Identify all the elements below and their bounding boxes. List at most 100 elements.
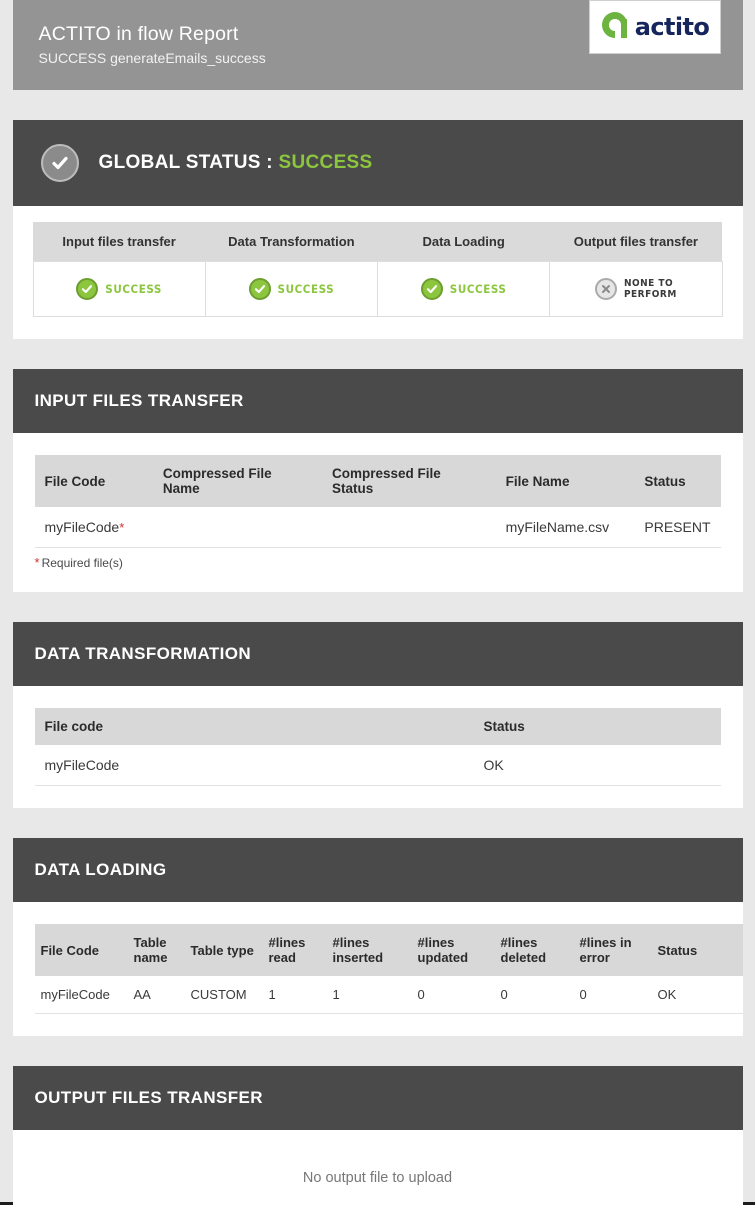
cell-lines-in-error: 0 (573, 976, 652, 1014)
status-badge: SUCCESS (76, 277, 162, 300)
status-label: SUCCESS (105, 281, 162, 296)
status-label: SUCCESS (277, 281, 335, 296)
actito-logo: actito (588, 0, 721, 54)
col-status: Status (634, 455, 721, 507)
cell-table-type: CUSTOM (184, 976, 263, 1014)
cell-status: OK (651, 976, 743, 1014)
status-label: NONE TO PERFORM (624, 278, 677, 300)
section-title: DATA LOADING (34, 860, 167, 879)
actito-logomark-icon (600, 10, 630, 45)
report-header: ACTITO in flow Report SUCCESS generateEm… (12, 0, 743, 90)
col-compressed-file-name: Compressed File Name (152, 455, 322, 507)
cell-compressed-file-status (321, 507, 496, 548)
status-label-line2: PERFORM (623, 288, 677, 300)
check-circle-icon (76, 277, 99, 300)
data-transformation-section: DATA TRANSFORMATION File code Status myF… (12, 622, 743, 808)
table-row: myFileCode* myFileName.csv PRESENT (34, 507, 721, 548)
global-status-band: GLOBAL STATUS : SUCCESS (12, 120, 743, 206)
section-title: DATA TRANSFORMATION (34, 644, 252, 663)
cross-circle-icon (594, 277, 617, 300)
status-col-output-files: Output files transfer (549, 222, 722, 262)
global-status-section: GLOBAL STATUS : SUCCESS Input files tran… (12, 120, 743, 339)
status-col-data-loading: Data Loading (377, 222, 550, 262)
header-region: ACTITO in flow Report SUCCESS generateEm… (12, 0, 743, 90)
footnote-marker: * (34, 555, 40, 570)
status-grid-value-row: SUCCESS SUCCESS SUCCESS NONE TO PERFORM (32, 261, 723, 317)
section-title: INPUT FILES TRANSFER (34, 391, 244, 410)
global-status-value: SUCCESS (278, 152, 373, 173)
status-cell-data-loading: SUCCESS (376, 261, 551, 317)
input-files-table: File Code Compressed File Name Compresse… (34, 455, 721, 548)
required-marker: * (119, 520, 125, 535)
section-title: OUTPUT FILES TRANSFER (34, 1088, 263, 1107)
status-label: SUCCESS (449, 281, 507, 296)
actito-wordmark: actito (634, 13, 710, 41)
status-cell-input-files: SUCCESS (32, 261, 206, 317)
global-status-label: GLOBAL STATUS : (98, 152, 273, 173)
col-status: Status (473, 708, 721, 745)
cell-file-name: myFileName.csv (495, 507, 635, 548)
input-files-transfer-band: INPUT FILES TRANSFER (12, 369, 743, 433)
col-lines-inserted: #lines inserted (326, 924, 412, 976)
report-page: ACTITO in flow Report SUCCESS generateEm… (0, 0, 755, 1205)
output-files-transfer-section: OUTPUT FILES TRANSFER No output file to … (12, 1066, 743, 1205)
required-footnote: * Required file(s) (35, 555, 721, 570)
data-loading-panel: File Code Table name Table type #lines r… (12, 902, 743, 1036)
data-transformation-panel: File code Status myFileCode OK (12, 686, 743, 808)
data-loading-band: DATA LOADING (12, 838, 743, 902)
cell-compressed-file-name (152, 507, 322, 548)
output-files-transfer-panel: No output file to upload (12, 1130, 743, 1205)
col-file-name: File Name (495, 455, 635, 507)
cell-file-code: myFileCode* (34, 507, 153, 548)
cell-lines-updated: 0 (411, 976, 495, 1014)
status-cell-data-transformation: SUCCESS (204, 261, 379, 317)
status-grid-panel: Input files transfer Data Transformation… (12, 206, 743, 339)
table-row: myFileCode AA CUSTOM 1 1 0 0 0 OK (34, 976, 743, 1014)
col-file-code: File code (34, 708, 474, 745)
file-code-value: myFileCode (44, 519, 120, 535)
data-loading-table: File Code Table name Table type #lines r… (34, 924, 743, 1014)
check-circle-icon (420, 277, 443, 300)
col-lines-in-error: #lines in error (573, 924, 652, 976)
circle-check-icon (40, 144, 79, 182)
status-col-input-files: Input files transfer (33, 222, 206, 262)
empty-state-message: No output file to upload (302, 1170, 453, 1186)
footnote-text: Required file(s) (41, 556, 123, 570)
data-transformation-band: DATA TRANSFORMATION (12, 622, 743, 686)
status-label-line1: NONE TO (623, 277, 674, 289)
cell-lines-read: 1 (262, 976, 327, 1014)
table-header-row: File code Status (34, 708, 721, 745)
col-lines-deleted: #lines deleted (494, 924, 574, 976)
status-grid-header-row: Input files transfer Data Transformation… (33, 222, 722, 262)
global-status-text: GLOBAL STATUS : SUCCESS (99, 152, 373, 174)
status-grid-table: Input files transfer Data Transformation… (32, 222, 723, 317)
input-files-transfer-panel: File Code Compressed File Name Compresse… (12, 433, 743, 592)
col-lines-read: #lines read (262, 924, 327, 976)
cell-lines-inserted: 1 (326, 976, 412, 1014)
cell-status: PRESENT (634, 507, 721, 548)
cell-file-code: myFileCode (34, 976, 128, 1014)
table-row: myFileCode OK (34, 745, 721, 786)
check-circle-icon (248, 277, 271, 300)
col-table-name: Table name (127, 924, 185, 976)
col-lines-updated: #lines updated (411, 924, 495, 976)
col-compressed-file-status: Compressed File Status (321, 455, 496, 507)
col-table-type: Table type (184, 924, 263, 976)
cell-lines-deleted: 0 (494, 976, 574, 1014)
col-status: Status (651, 924, 743, 976)
status-col-data-transformation: Data Transformation (205, 222, 378, 262)
data-transformation-table: File code Status myFileCode OK (34, 708, 721, 786)
output-files-transfer-band: OUTPUT FILES TRANSFER (12, 1066, 743, 1130)
col-file-code: File Code (34, 924, 128, 976)
cell-file-code: myFileCode (34, 745, 474, 786)
status-badge: NONE TO PERFORM (594, 277, 677, 300)
status-cell-output-files: NONE TO PERFORM (549, 261, 723, 317)
data-loading-section: DATA LOADING File Code Table name Table … (12, 838, 743, 1036)
status-badge: SUCCESS (420, 277, 507, 300)
table-header-row: File Code Compressed File Name Compresse… (34, 455, 721, 507)
